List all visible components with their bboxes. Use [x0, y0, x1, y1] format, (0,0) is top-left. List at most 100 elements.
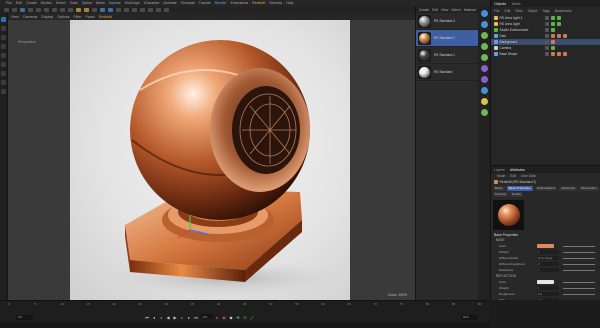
object-row[interactable]: Base Shape — [491, 51, 600, 57]
array-icon[interactable] — [480, 43, 488, 50]
attribute-tab-basic[interactable]: Basic — [493, 185, 505, 191]
cloner-icon[interactable] — [480, 32, 488, 39]
viewport-menu-cameras[interactable]: Cameras — [23, 15, 38, 19]
rotate-tool-icon[interactable] — [36, 7, 41, 12]
check-tag-icon[interactable] — [551, 28, 555, 32]
solo-icon[interactable] — [1, 89, 6, 94]
polygons-mode-icon[interactable] — [1, 53, 6, 58]
property-slider[interactable] — [563, 287, 595, 289]
menu-redshift[interactable]: Redshift — [252, 1, 265, 5]
color-swatch[interactable] — [537, 244, 554, 248]
coordinate-system-icon[interactable] — [68, 7, 73, 12]
visibility-toggle-icon[interactable] — [545, 16, 549, 20]
material-menu-material[interactable]: Material — [464, 8, 476, 12]
check-tag-icon[interactable] — [551, 22, 555, 26]
render-view-icon[interactable] — [76, 7, 81, 12]
menu-tracker[interactable]: Tracker — [199, 1, 211, 5]
visibility-toggle-icon[interactable] — [545, 40, 549, 44]
property-slider[interactable] — [563, 281, 595, 283]
workplane-icon[interactable] — [1, 80, 6, 85]
menu-volume[interactable]: Volume — [109, 1, 121, 5]
material-menu-edit[interactable]: Edit — [432, 8, 438, 12]
material-tag-icon[interactable] — [557, 34, 561, 38]
object-menu-file[interactable]: File — [494, 9, 499, 13]
twist-deformer-icon[interactable] — [480, 76, 488, 83]
viewport-menu-redshift[interactable]: Redshift — [99, 15, 112, 19]
axis-y-icon[interactable] — [52, 7, 57, 12]
menu-file[interactable]: File — [6, 1, 12, 5]
menu-simulate[interactable]: Simulate — [181, 1, 195, 5]
viewport-menu-options[interactable]: Options — [57, 15, 69, 19]
play-backward-icon[interactable]: ◀ — [165, 314, 171, 320]
object-menu-tags[interactable]: Tags — [542, 9, 549, 13]
material-menu-create[interactable]: Create — [419, 8, 429, 12]
property-slider[interactable] — [563, 263, 595, 265]
menu-mograph[interactable]: MoGraph — [125, 1, 140, 5]
camera-icon[interactable] — [156, 7, 161, 12]
symmetry-icon[interactable] — [480, 54, 488, 61]
extrude-icon[interactable] — [124, 7, 129, 12]
property-value-field[interactable]: 0 — [537, 262, 559, 266]
spline-pen-icon[interactable] — [108, 7, 113, 12]
menu-mesh[interactable]: Mesh — [96, 1, 105, 5]
viewport-menu-view[interactable]: View — [11, 15, 19, 19]
material-tag-icon[interactable] — [563, 34, 567, 38]
light-icon[interactable] — [164, 7, 169, 12]
axis-z-icon[interactable] — [60, 7, 65, 12]
property-slider[interactable] — [563, 293, 595, 295]
move-tool-icon[interactable] — [20, 7, 25, 12]
axis-mode-icon[interactable] — [1, 62, 6, 67]
attribute-tab-base-properties[interactable]: Base Properties — [506, 185, 533, 191]
menu-modes[interactable]: Modes — [41, 1, 52, 5]
undo-icon[interactable] — [4, 7, 9, 12]
material-tag-icon[interactable] — [563, 52, 567, 56]
cube-icon[interactable] — [100, 7, 105, 12]
material-tag-icon[interactable] — [551, 34, 555, 38]
axis-x-icon[interactable] — [44, 7, 49, 12]
visibility-toggle-icon[interactable] — [545, 34, 549, 38]
end-frame-field[interactable]: 90 F — [461, 314, 478, 320]
tab-layers[interactable]: Layers — [494, 168, 505, 172]
tab-attributes[interactable]: Attributes — [510, 168, 525, 172]
property-slider[interactable] — [563, 251, 595, 253]
timeline-ruler[interactable]: 0 5 10 15 20 25 30 35 40 45 50 55 60 65 70 75 80 85 90 — [8, 302, 481, 310]
redo-icon[interactable] — [12, 7, 17, 12]
render-picture-viewer-icon[interactable] — [84, 7, 89, 12]
menu-tools[interactable]: Tools — [70, 1, 78, 5]
floor-icon[interactable] — [148, 7, 153, 12]
visibility-toggle-icon[interactable] — [545, 28, 549, 32]
object-menu-object[interactable]: Object — [528, 9, 538, 13]
render-settings-icon[interactable] — [92, 7, 97, 12]
check-tag-icon[interactable] — [557, 22, 561, 26]
tab-objects[interactable]: Objects — [494, 2, 506, 6]
attribute-tab-optimizations[interactable]: Optimizations — [534, 185, 558, 191]
key-scale-icon[interactable]: ⤢ — [249, 314, 255, 320]
property-value-field[interactable]: Oren-Nayar — [537, 256, 559, 260]
property-row[interactable]: IOR 1.5 — [491, 297, 600, 300]
property-value-field[interactable]: 1 — [537, 286, 559, 290]
play-forward-icon[interactable]: ▶ — [172, 314, 178, 320]
material-tag-icon[interactable] — [557, 52, 561, 56]
visibility-toggle-icon[interactable] — [545, 46, 549, 50]
keyframe-selection-icon[interactable]: ◆ — [228, 314, 234, 320]
viewport-menu-filter[interactable]: Filter — [74, 15, 82, 19]
null-icon[interactable] — [480, 87, 488, 94]
previous-key-icon[interactable]: ◂ — [151, 314, 157, 320]
menu-extensions[interactable]: Extensions — [231, 1, 249, 5]
points-mode-icon[interactable] — [1, 35, 6, 40]
start-frame-field[interactable]: 0 F — [16, 314, 33, 320]
visibility-toggle-icon[interactable] — [545, 22, 549, 26]
property-slider[interactable] — [563, 269, 595, 271]
menu-help[interactable]: Help — [286, 1, 293, 5]
material-menu-select[interactable]: Select — [451, 8, 460, 12]
go-to-start-icon[interactable]: ⏮ — [144, 314, 150, 320]
property-value-field[interactable]: 1 — [537, 250, 559, 254]
menu-spline[interactable]: Spline — [82, 1, 92, 5]
texture-mode-icon[interactable] — [1, 26, 6, 31]
visibility-toggle-icon[interactable] — [545, 52, 549, 56]
menu-window[interactable]: Window — [269, 1, 282, 5]
check-tag-icon[interactable] — [551, 16, 555, 20]
cube-icon[interactable] — [480, 21, 488, 28]
property-value-field[interactable]: 0.2 — [537, 292, 559, 296]
attribute-tab-advanced[interactable]: Advanced — [559, 185, 578, 191]
